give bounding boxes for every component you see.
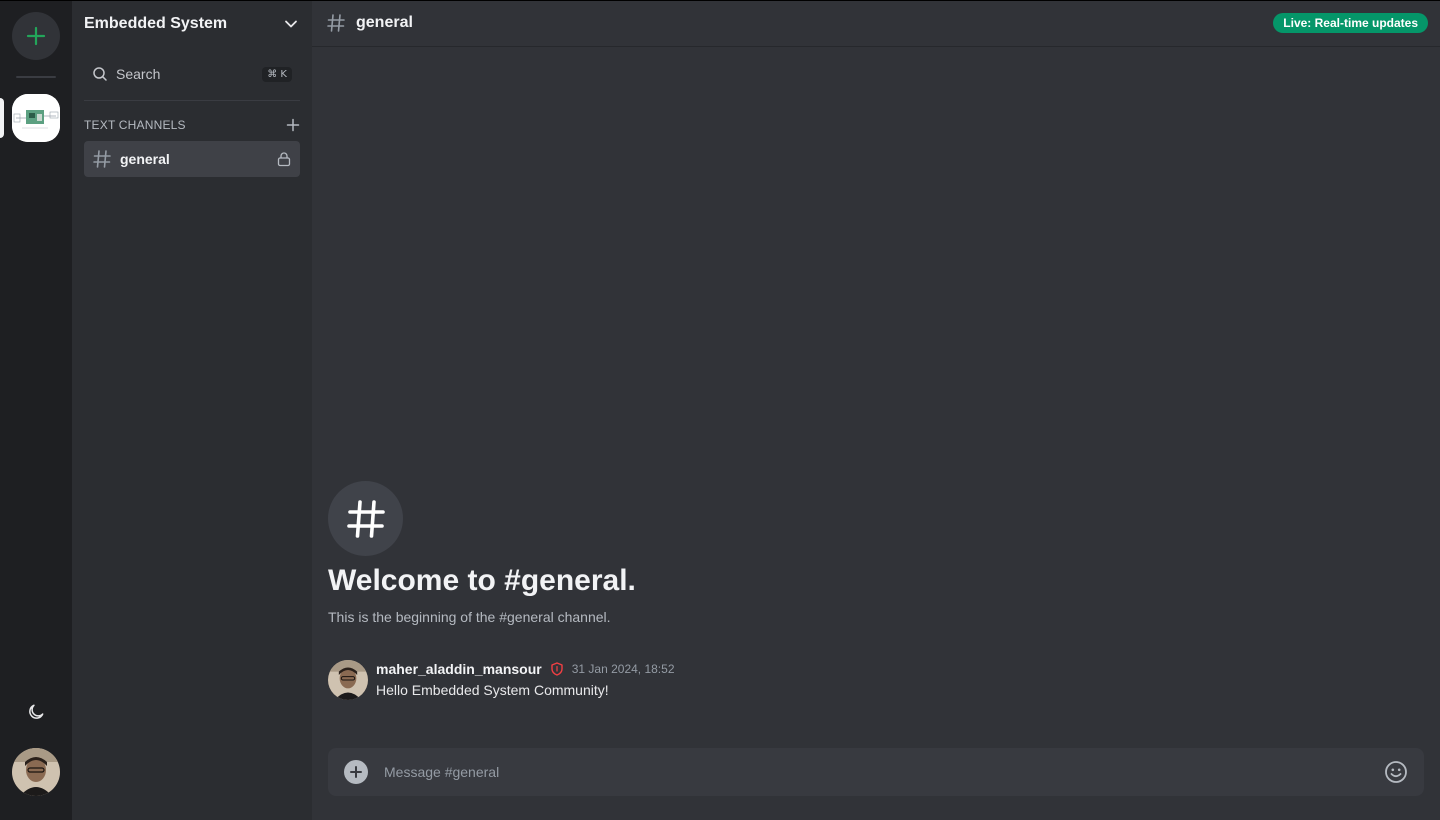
message-author[interactable]: maher_aladdin_mansour xyxy=(376,661,542,677)
message-timestamp: 31 Jan 2024, 18:52 xyxy=(571,662,675,676)
message-text: Hello Embedded System Community! xyxy=(376,682,609,698)
channel-header: general Live: Real-time updates xyxy=(312,0,1440,47)
sidebar-divider xyxy=(84,100,300,101)
message-header: maher_aladdin_mansour 31 Jan 2024, 18:52 xyxy=(376,661,675,677)
channel-hash-badge xyxy=(328,481,403,556)
hash-icon xyxy=(93,150,111,168)
avatar-image xyxy=(12,748,60,796)
search-button[interactable]: Search ⌘ K xyxy=(84,58,300,90)
add-channel-icon[interactable] xyxy=(286,118,300,132)
hash-icon xyxy=(327,14,345,32)
add-server-button[interactable] xyxy=(12,12,60,60)
lock-icon xyxy=(277,152,291,167)
server-icon-embedded-system[interactable] xyxy=(12,94,60,142)
message-item: maher_aladdin_mansour 31 Jan 2024, 18:52… xyxy=(328,660,1408,702)
server-header[interactable]: Embedded System xyxy=(72,0,312,47)
avatar-image xyxy=(328,660,368,700)
message-avatar[interactable] xyxy=(328,660,368,700)
server-name: Embedded System xyxy=(84,14,228,32)
chat-area: general Live: Real-time updates Welcome … xyxy=(312,0,1440,820)
channel-title: general xyxy=(356,14,413,31)
active-server-indicator xyxy=(0,98,4,138)
hash-icon xyxy=(346,499,385,538)
channel-sidebar: Embedded System Search ⌘ K TEXT CHANNELS… xyxy=(72,0,312,820)
theme-toggle-button[interactable] xyxy=(24,700,48,724)
attach-button[interactable] xyxy=(344,760,368,784)
server-thumbnail xyxy=(12,94,60,142)
shield-icon xyxy=(550,662,564,676)
text-channels-header: TEXT CHANNELS xyxy=(84,116,300,134)
welcome-subtitle: This is the beginning of the #general ch… xyxy=(328,609,611,625)
window-top-border xyxy=(0,0,1440,1)
search-icon xyxy=(93,67,107,81)
plus-icon xyxy=(26,26,46,46)
smiley-icon xyxy=(1385,761,1407,783)
emoji-button[interactable] xyxy=(1384,760,1408,784)
section-title: TEXT CHANNELS xyxy=(84,118,186,132)
welcome-title: Welcome to #general. xyxy=(328,564,636,597)
live-status-badge: Live: Real-time updates xyxy=(1273,13,1428,33)
server-rail xyxy=(0,0,72,820)
channel-item-general[interactable]: general xyxy=(84,141,300,177)
message-composer xyxy=(328,748,1424,796)
chevron-down-icon xyxy=(285,20,297,27)
message-input[interactable] xyxy=(384,764,1384,780)
search-label: Search xyxy=(116,66,161,82)
search-shortcut: ⌘ K xyxy=(262,66,292,82)
moon-icon xyxy=(29,704,44,719)
channel-name: general xyxy=(120,151,170,167)
rail-separator xyxy=(16,76,56,78)
plus-icon xyxy=(350,766,362,778)
user-avatar[interactable] xyxy=(12,748,60,796)
